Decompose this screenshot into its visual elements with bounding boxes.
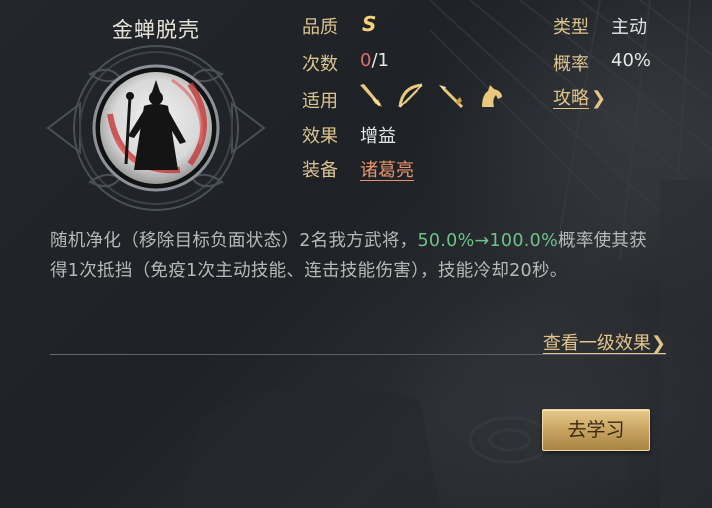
quality-label: 品质 xyxy=(302,17,338,38)
equip-label: 装备 xyxy=(302,160,338,181)
spear-icon xyxy=(436,81,466,111)
chevron-right-icon: ❯ xyxy=(650,333,666,354)
bow-icon xyxy=(396,81,426,111)
count-value: 0/1 xyxy=(360,50,389,71)
skill-detail-panel: 金蝉脱壳 品质 S 次数 0/1 适用 效果 增益 装备 诸葛亮 类型 主动 概… xyxy=(0,0,712,508)
chance-label: 概率 xyxy=(553,54,589,75)
skill-name: 金蝉脱壳 xyxy=(112,18,200,42)
strategy-label: 攻略 xyxy=(553,88,589,109)
divider xyxy=(50,354,666,355)
description-text-1: 随机净化（移除目标负面状态）2名我方武将， xyxy=(50,231,418,251)
equipped-general-link[interactable]: 诸葛亮 xyxy=(360,156,414,182)
skill-portrait xyxy=(40,44,272,212)
horse-icon xyxy=(476,81,506,111)
type-label: 类型 xyxy=(553,17,589,38)
chance-value: 40% xyxy=(611,50,652,71)
effect-value: 增益 xyxy=(360,126,396,147)
go-learn-button[interactable]: 去学习 xyxy=(542,409,650,451)
chevron-right-icon: ❯ xyxy=(591,88,607,109)
quality-grade: S xyxy=(362,12,377,36)
skill-description: 随机净化（移除目标负面状态）2名我方武将，50.0%→100.0%概率使其获得1… xyxy=(50,226,660,286)
applies-icons xyxy=(356,81,516,113)
count-label: 次数 xyxy=(302,54,338,75)
strategy-link[interactable]: 攻略 ❯ xyxy=(553,84,606,110)
sword-icon xyxy=(356,81,386,111)
view-level-one-effect-link[interactable]: 查看一级效果❯ xyxy=(543,329,666,355)
effect-label: 效果 xyxy=(302,126,338,147)
applies-label: 适用 xyxy=(302,91,338,112)
description-highlight: 50.0%→100.0% xyxy=(417,231,559,251)
type-value: 主动 xyxy=(611,17,647,38)
count-used: 0 xyxy=(360,50,372,71)
count-total: /1 xyxy=(371,50,389,71)
view-more-label: 查看一级效果 xyxy=(542,333,651,354)
